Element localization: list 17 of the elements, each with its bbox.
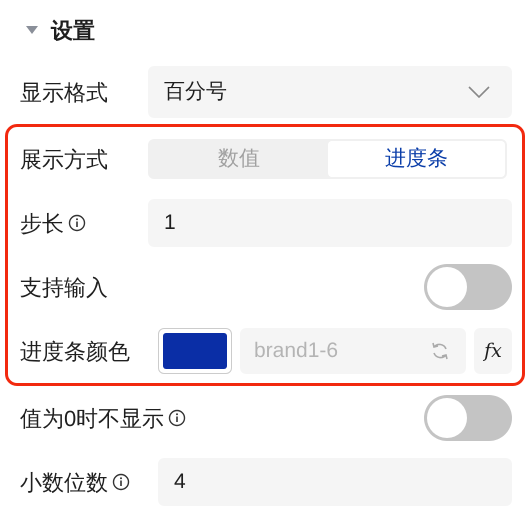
format-select[interactable]: 百分号 — [148, 66, 512, 118]
field-label: 进度条颜色 — [20, 338, 130, 366]
toggle-switch[interactable] — [424, 264, 512, 310]
refresh-icon — [430, 341, 450, 361]
toggle-switch[interactable] — [424, 395, 512, 441]
field-label: 小数位数 — [20, 468, 108, 496]
section-title: 设置 — [51, 16, 95, 44]
chevron-down-icon — [468, 86, 490, 98]
field-label: 步长 — [20, 210, 64, 238]
caret-icon[interactable] — [25, 25, 39, 35]
field-label: 值为0时不显示 — [20, 404, 164, 432]
field-label: 支持输入 — [20, 274, 108, 302]
field-label: 展示方式 — [20, 146, 108, 174]
field-label: 显示格式 — [20, 78, 108, 106]
input-field[interactable]: 1 — [148, 199, 512, 247]
input-field[interactable]: 4 — [158, 458, 512, 506]
segment-tab[interactable]: 进度条 — [328, 141, 505, 177]
